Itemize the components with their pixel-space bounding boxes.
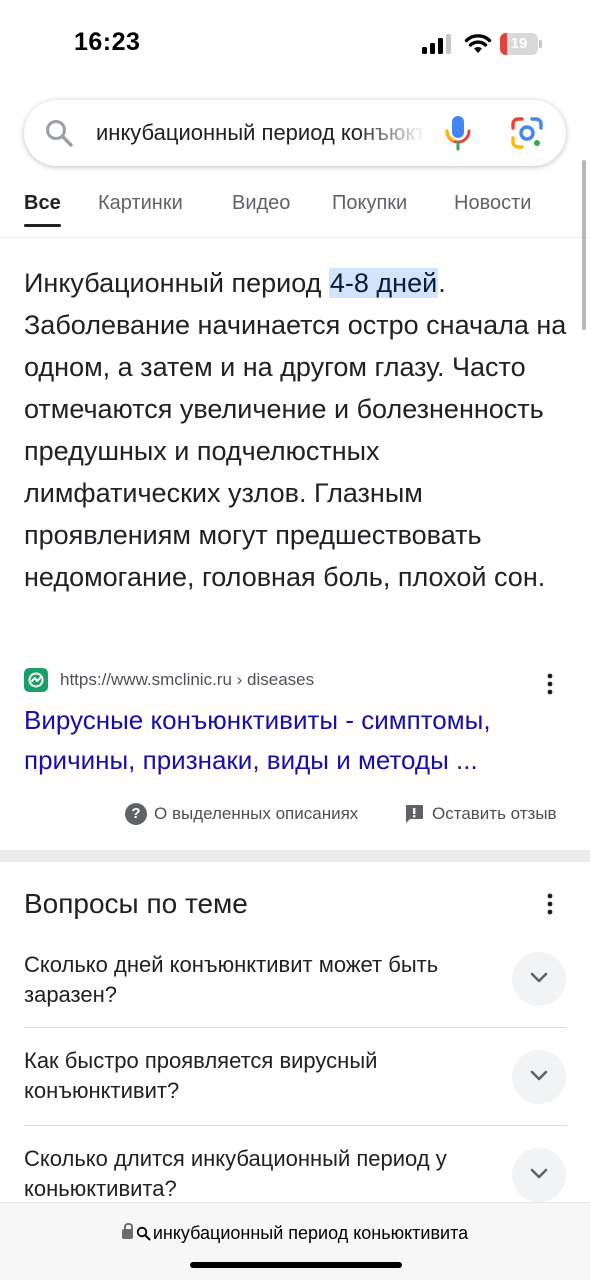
tab-news[interactable]: Новости <box>454 192 531 215</box>
snippet-text-before: Инкубационный период <box>24 268 329 298</box>
status-time: 16:23 <box>74 28 141 56</box>
tab-images[interactable]: Картинки <box>98 192 183 215</box>
question-divider <box>24 1027 566 1028</box>
search-bar[interactable] <box>24 100 566 166</box>
home-indicator[interactable] <box>190 1262 402 1268</box>
scrollbar[interactable] <box>582 160 586 330</box>
battery-icon: 19 <box>500 33 542 55</box>
browser-address-bar[interactable]: инкубационный период коньюктивита <box>0 1202 590 1280</box>
more-options-icon[interactable] <box>540 672 560 696</box>
result-title-link[interactable]: Вирусные конъюнктивиты - симптомы, причи… <box>24 700 574 780</box>
related-question-text: Сколько длится инкубационный период у ко… <box>24 1146 447 1201</box>
related-question-item[interactable]: Как быстро проявляется вирусный конъюнкт… <box>24 1046 566 1144</box>
search-icon[interactable] <box>44 118 74 148</box>
chevron-down-icon <box>530 1168 548 1179</box>
wifi-icon <box>464 34 492 53</box>
search-input[interactable] <box>96 100 426 166</box>
help-icon[interactable]: ? <box>125 803 147 825</box>
chevron-down-icon <box>530 972 548 983</box>
tab-all[interactable]: Все <box>24 192 61 215</box>
send-feedback-link[interactable]: Оставить отзыв <box>432 804 557 824</box>
address-bar-url[interactable]: инкубационный период коньюктивита <box>0 1223 590 1244</box>
question-divider <box>24 1125 566 1126</box>
snippet-text-after: . Заболевание начинается остро сначала н… <box>24 268 567 592</box>
featured-snippet-text: Инкубационный период 4-8 дней. Заболеван… <box>24 262 572 598</box>
tab-shopping[interactable]: Покупки <box>332 192 407 215</box>
related-questions-heading: Вопросы по теме <box>24 888 248 919</box>
expand-question-button[interactable] <box>512 1050 566 1104</box>
google-lens-icon[interactable] <box>510 116 544 150</box>
related-question-item[interactable]: Сколько дней конъюнктивит может быть зар… <box>24 950 566 1048</box>
lock-icon <box>121 1223 133 1239</box>
chevron-down-icon <box>530 1070 548 1081</box>
site-favicon-icon <box>24 668 48 692</box>
cellular-signal-icon <box>422 34 451 54</box>
snippet-highlight: 4-8 дней <box>328 268 439 298</box>
expand-question-button[interactable] <box>512 1148 566 1202</box>
tab-video[interactable]: Видео <box>232 192 290 215</box>
more-options-icon[interactable] <box>540 892 560 916</box>
section-divider <box>0 850 590 862</box>
battery-level: 19 <box>510 35 528 52</box>
microphone-icon[interactable] <box>443 114 473 152</box>
about-snippets-link[interactable]: О выделенных описаниях <box>154 804 358 824</box>
related-question-text: Сколько дней конъюнктивит может быть зар… <box>24 952 439 1007</box>
feedback-icon[interactable] <box>404 804 424 824</box>
active-tab-indicator <box>24 224 61 227</box>
related-question-text: Как быстро проявляется вирусный конъюнкт… <box>24 1048 378 1103</box>
tabs-divider <box>0 237 590 238</box>
address-bar-text: инкубационный период коньюктивита <box>152 1223 469 1243</box>
search-icon <box>136 1226 151 1241</box>
search-tabs: Все Картинки Видео Покупки Новости <box>0 184 590 234</box>
source-url[interactable]: https://www.smclinic.ru › diseases <box>60 670 314 690</box>
status-bar: 16:23 19 <box>0 0 590 88</box>
expand-question-button[interactable] <box>512 952 566 1006</box>
